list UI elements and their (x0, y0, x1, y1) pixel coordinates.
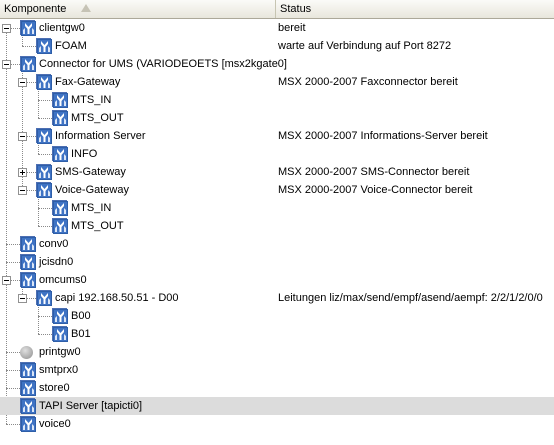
tree-row[interactable]: voice0 (0, 415, 554, 433)
tree-row-label: MTS_IN (71, 202, 112, 214)
tree-row[interactable]: MTS_OUT (0, 217, 554, 235)
tree-row-label: store0 (39, 382, 70, 394)
service-icon (36, 38, 52, 54)
collapse-icon[interactable] (2, 24, 11, 33)
tree-row[interactable]: Voice-Gateway MSX 2000-2007 Voice-Connect… (0, 181, 554, 199)
tree-row[interactable]: FOAM warte auf Verbindung auf Port 8272 (0, 37, 554, 55)
column-header-komponente-label: Komponente (4, 3, 67, 15)
tree-row-label: INFO (71, 148, 98, 160)
tree-row-label: voice0 (39, 418, 71, 430)
tree-row-label: Connector for UMS (VARIODEOETS [msx2kgat… (39, 58, 287, 70)
tree-row-label: SMS-Gateway (55, 166, 126, 178)
service-icon (52, 200, 68, 216)
tree-row[interactable]: conv0 (0, 235, 554, 253)
column-header: Komponente Status (0, 0, 554, 19)
tree-row[interactable]: omcums0 (0, 271, 554, 289)
collapse-icon[interactable] (18, 294, 27, 303)
tree-row[interactable]: Information Server MSX 2000-2007 Informat… (0, 127, 554, 145)
service-icon (36, 128, 52, 144)
service-icon (52, 146, 68, 162)
tree-row[interactable]: B01 (0, 325, 554, 343)
column-header-status[interactable]: Status (276, 0, 554, 18)
service-icon (20, 254, 36, 270)
tree-row-label: Voice-Gateway (55, 184, 129, 196)
tree-row-label: B01 (71, 328, 91, 340)
service-icon (36, 74, 52, 90)
service-icon (52, 308, 68, 324)
collapse-icon[interactable] (18, 78, 27, 87)
tree-row[interactable]: clientgw0 bereit (0, 19, 554, 37)
tree-row-label: capi 192.168.50.51 - D00 (55, 292, 179, 304)
column-header-status-label: Status (280, 3, 312, 15)
tree-row-label: B00 (71, 310, 91, 322)
tree-row-status: MSX 2000-2007 Faxconnector bereit (278, 76, 458, 88)
tree-row-label: Information Server (55, 130, 146, 142)
collapse-icon[interactable] (18, 186, 27, 195)
tree-row[interactable]: INFO (0, 145, 554, 163)
tree-row-label: omcums0 (39, 274, 87, 286)
tree-row-label: FOAM (55, 40, 87, 52)
tree-row[interactable]: Fax-Gateway MSX 2000-2007 Faxconnector be… (0, 73, 554, 91)
tree-row-label: printgw0 (39, 346, 81, 358)
service-icon (36, 290, 52, 306)
tree-row[interactable]: TAPI Server [tapicti0] (0, 397, 554, 415)
service-icon (20, 236, 36, 252)
sort-ascending-icon (81, 4, 91, 12)
tree-row-label: MTS_OUT (71, 220, 124, 232)
collapse-icon[interactable] (2, 60, 11, 69)
service-icon (20, 56, 36, 72)
service-icon (36, 164, 52, 180)
tree-row-status: bereit (278, 22, 306, 34)
tree-row[interactable]: store0 (0, 379, 554, 397)
tree-row-label: MTS_OUT (71, 112, 124, 124)
service-icon (20, 380, 36, 396)
tree-row[interactable]: B00 (0, 307, 554, 325)
collapse-icon[interactable] (2, 276, 11, 285)
service-icon (52, 326, 68, 342)
tree-row-label: smtprx0 (39, 364, 79, 376)
tree-row-status: MSX 2000-2007 Informations-Server bereit (278, 130, 488, 142)
tree-row-label: clientgw0 (39, 22, 85, 34)
tree-row-label: Fax-Gateway (55, 76, 121, 88)
inactive-service-icon (20, 346, 33, 359)
service-icon (52, 110, 68, 126)
service-icon (20, 272, 36, 288)
service-icon (20, 362, 36, 378)
tree-row[interactable]: MTS_OUT (0, 109, 554, 127)
tree-row[interactable]: printgw0 (0, 343, 554, 361)
service-icon (36, 182, 52, 198)
tree-row[interactable]: SMS-Gateway MSX 2000-2007 SMS-Connector b… (0, 163, 554, 181)
tree-row-label: TAPI Server [tapicti0] (39, 400, 143, 412)
component-tree: clientgw0 bereit FOAM warte auf Verbindung … (0, 19, 554, 445)
tree-row-label: MTS_IN (71, 94, 112, 106)
service-icon (20, 398, 36, 414)
tree-row-status: warte auf Verbindung auf Port 8272 (278, 40, 452, 52)
tree-row[interactable]: MTS_IN (0, 91, 554, 109)
tree-row[interactable]: capi 192.168.50.51 - D00 Leitungen liz/ma… (0, 289, 554, 307)
column-header-komponente[interactable]: Komponente (0, 0, 276, 18)
tree-row-status: MSX 2000-2007 SMS-Connector bereit (278, 166, 470, 178)
tree-row[interactable]: Connector for UMS (VARIODEOETS [msx2kgat… (0, 55, 554, 73)
tree-row[interactable]: smtprx0 (0, 361, 554, 379)
tree-row[interactable]: jcisdn0 (0, 253, 554, 271)
tree-row-label: jcisdn0 (39, 256, 74, 268)
tree-row[interactable]: MTS_IN (0, 199, 554, 217)
expand-icon[interactable] (18, 168, 27, 177)
collapse-icon[interactable] (18, 132, 27, 141)
tree-row-status: Leitungen liz/max/send/empf/asend/aempf:… (278, 292, 543, 304)
tree-row-status: MSX 2000-2007 Voice-Connector bereit (278, 184, 473, 196)
service-icon (20, 20, 36, 36)
service-icon (52, 218, 68, 234)
service-icon (52, 92, 68, 108)
service-icon (20, 416, 36, 432)
tree-row-label: conv0 (39, 238, 69, 250)
